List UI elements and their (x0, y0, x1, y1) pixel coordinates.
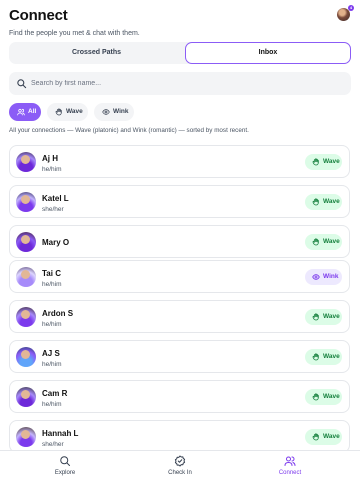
nav-label: Connect (278, 470, 302, 476)
connection-card[interactable]: Ardon S he/him Wave (9, 300, 350, 333)
avatar (16, 307, 36, 327)
list-description: All your connections — Wave (platonic) a… (9, 127, 249, 134)
wave-hand-icon (312, 433, 319, 441)
tab-switcher: Crossed Paths Inbox (9, 42, 351, 64)
wave-button[interactable]: Wave (305, 349, 342, 365)
connection-pronouns: he/him (42, 401, 62, 408)
action-label: Wink (323, 273, 339, 280)
action-label: Wave (323, 238, 340, 245)
action-label: Wave (323, 313, 340, 320)
connection-name: Hannah L (42, 429, 79, 438)
avatar (16, 387, 36, 407)
filter-wink[interactable]: Wink (94, 103, 134, 121)
bottom-nav: Explore Check In Connect (0, 450, 360, 480)
wave-hand-icon (312, 198, 319, 206)
header: Connect Find the people you met & chat w… (9, 5, 354, 39)
connection-name: Mary O (42, 238, 70, 247)
connection-name: Tai C (42, 269, 61, 278)
action-label: Wave (323, 393, 340, 400)
connection-card[interactable]: AJ S he/him Wave (9, 340, 350, 373)
action-label: Wave (323, 198, 340, 205)
notification-badge: 4 (348, 5, 354, 11)
avatar (16, 267, 36, 287)
connection-card[interactable]: Tai C he/him Wink (9, 260, 350, 293)
connection-pronouns: she/her (42, 206, 64, 213)
connection-card[interactable]: Mary O Wave (9, 225, 350, 258)
wave-button[interactable]: Wave (305, 309, 342, 325)
connection-card[interactable]: Hannah L she/her Wave (9, 420, 350, 453)
search-icon (60, 456, 70, 466)
wave-hand-icon (312, 393, 319, 401)
filter-label: All (28, 108, 37, 115)
check-badge-icon (174, 455, 186, 467)
nav-label: Check In (168, 470, 192, 476)
wave-hand-icon (312, 158, 319, 166)
connection-name: Ardon S (42, 309, 74, 318)
avatar (16, 152, 36, 172)
connection-card[interactable]: Aj H he/him Wave (9, 145, 350, 178)
eye-icon (312, 274, 320, 280)
wave-hand-icon (312, 238, 319, 246)
wink-button[interactable]: Wink (305, 269, 342, 285)
filter-label: Wink (113, 108, 129, 115)
tab-crossed-paths[interactable]: Crossed Paths (9, 42, 184, 64)
connection-card[interactable]: Cam R he/him Wave (9, 380, 350, 413)
action-label: Wave (323, 433, 340, 440)
filter-label: Wave (66, 108, 83, 115)
nav-label: Explore (54, 470, 76, 476)
nav-explore[interactable]: Explore (35, 455, 95, 476)
connection-pronouns: he/him (42, 361, 62, 368)
search-bar (9, 72, 351, 95)
connection-name: AJ S (42, 349, 60, 358)
wave-hand-icon (55, 108, 62, 116)
wave-button[interactable]: Wave (305, 234, 342, 250)
wave-button[interactable]: Wave (305, 154, 342, 170)
action-label: Wave (323, 158, 340, 165)
users-icon (17, 108, 25, 116)
filter-wave[interactable]: Wave (47, 103, 88, 121)
wave-hand-icon (312, 313, 319, 321)
tab-inbox[interactable]: Inbox (185, 42, 351, 64)
eye-icon (102, 109, 110, 115)
action-label: Wave (323, 353, 340, 360)
page-title: Connect (9, 7, 68, 24)
search-input[interactable] (31, 72, 331, 95)
connection-pronouns: he/him (42, 281, 62, 288)
wave-button[interactable]: Wave (305, 389, 342, 405)
page-subtitle: Find the people you met & chat with them… (9, 30, 140, 37)
connection-pronouns: she/her (42, 441, 64, 448)
avatar (16, 232, 36, 252)
connection-name: Cam R (42, 389, 68, 398)
avatar (16, 427, 36, 447)
connection-name: Katel L (42, 194, 69, 203)
search-icon (17, 79, 27, 89)
avatar (16, 347, 36, 367)
wave-button[interactable]: Wave (305, 429, 342, 445)
connection-name: Aj H (42, 154, 58, 163)
avatar (16, 192, 36, 212)
filter-all[interactable]: All (9, 103, 41, 121)
nav-check-in[interactable]: Check In (150, 455, 210, 476)
connection-pronouns: he/him (42, 321, 62, 328)
nav-connect[interactable]: Connect (260, 455, 320, 476)
wave-hand-icon (312, 353, 319, 361)
wave-button[interactable]: Wave (305, 194, 342, 210)
users-icon (284, 456, 296, 466)
connection-pronouns: he/him (42, 166, 62, 173)
connection-card[interactable]: Katel L she/her Wave (9, 185, 350, 218)
